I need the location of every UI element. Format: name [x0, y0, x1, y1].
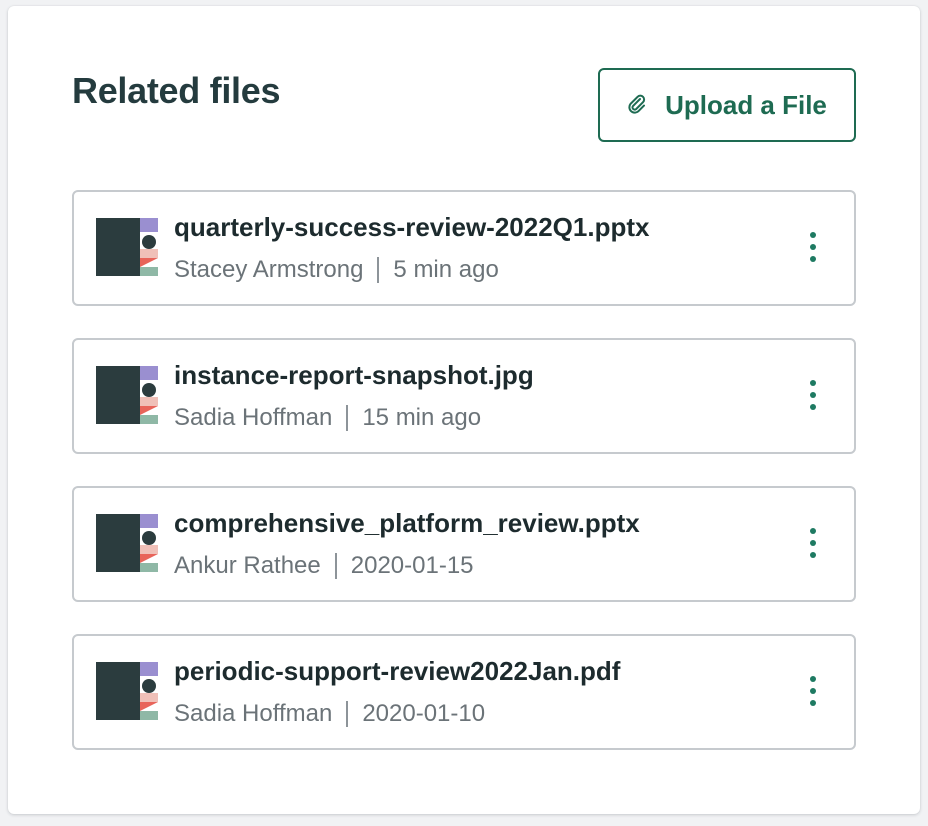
- file-thumbnail-icon: [96, 218, 158, 276]
- panel-title: Related files: [72, 70, 281, 111]
- file-name: comprehensive_platform_review.pptx: [174, 508, 640, 538]
- file-time: 5 min ago: [393, 256, 499, 283]
- file-name: periodic-support-review2022Jan.pdf: [174, 656, 621, 686]
- file-time: 2020-01-10: [362, 700, 486, 727]
- meta-divider: [346, 701, 349, 727]
- meta-divider: [334, 553, 337, 579]
- more-vertical-icon[interactable]: [806, 676, 820, 706]
- file-owner: Stacey Armstrong: [174, 256, 364, 283]
- file-item[interactable]: quarterly-success-review-2022Q1.pptx Sta…: [72, 190, 856, 306]
- paperclip-icon: [628, 94, 646, 114]
- file-thumbnail-icon: [96, 662, 158, 720]
- more-vertical-icon[interactable]: [806, 380, 820, 410]
- file-owner: Sadia Hoffman: [174, 700, 333, 727]
- file-item[interactable]: comprehensive_platform_review.pptx Ankur…: [72, 486, 856, 602]
- meta-divider: [346, 405, 349, 431]
- file-time: 15 min ago: [362, 404, 482, 431]
- meta-divider: [377, 257, 380, 283]
- file-item[interactable]: instance-report-snapshot.jpg Sadia Hoffm…: [72, 338, 856, 454]
- file-name: instance-report-snapshot.jpg: [174, 360, 534, 390]
- file-owner: Sadia Hoffman: [174, 404, 333, 431]
- file-item[interactable]: periodic-support-review2022Jan.pdf Sadia…: [72, 634, 856, 750]
- file-meta: Sadia Hoffman 2020-01-10: [174, 700, 485, 728]
- file-thumbnail-icon: [96, 366, 158, 424]
- file-name: quarterly-success-review-2022Q1.pptx: [174, 212, 650, 242]
- more-vertical-icon[interactable]: [806, 528, 820, 558]
- more-vertical-icon[interactable]: [806, 232, 820, 262]
- file-meta: Sadia Hoffman 15 min ago: [174, 404, 481, 432]
- file-time: 2020-01-15: [350, 552, 474, 579]
- upload-file-label: Upload a File: [665, 89, 827, 120]
- file-thumbnail-icon: [96, 514, 158, 572]
- file-list: quarterly-success-review-2022Q1.pptx Sta…: [72, 190, 856, 782]
- upload-file-button[interactable]: Upload a File: [598, 68, 856, 142]
- file-owner: Ankur Rathee: [174, 552, 321, 579]
- related-files-panel: Related files Upload a File quarterly-su…: [8, 6, 920, 814]
- file-meta: Stacey Armstrong 5 min ago: [174, 256, 499, 284]
- file-meta: Ankur Rathee 2020-01-15: [174, 552, 474, 580]
